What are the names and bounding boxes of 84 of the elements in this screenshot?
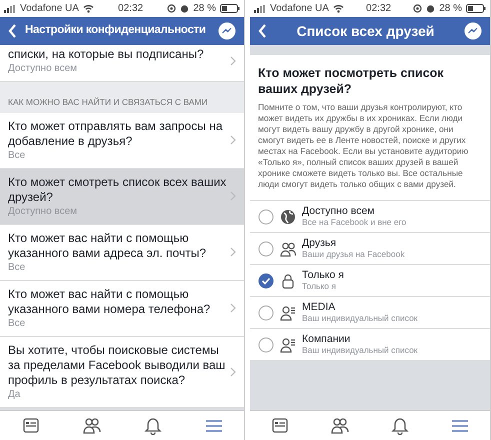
person-list-icon bbox=[280, 336, 296, 352]
battery-percent: 28 % bbox=[439, 2, 462, 16]
settings-row[interactable]: Кто может смотреть список всех ваших друзей? Доступно всем bbox=[0, 168, 244, 225]
option-subtitle: Все на Facebook и вне его bbox=[302, 217, 406, 228]
signal-icon bbox=[254, 4, 266, 12]
radio-button[interactable] bbox=[258, 336, 274, 352]
option-title: Только я bbox=[302, 269, 344, 281]
audience-option[interactable]: Доступно всем Все на Facebook и вне его bbox=[250, 201, 490, 233]
alarm-clock-icon bbox=[426, 4, 436, 13]
option-subtitle: Только я bbox=[302, 281, 337, 292]
carrier-name: Vodafone UA bbox=[20, 2, 79, 16]
chevron-icon bbox=[230, 135, 236, 146]
setting-value: Все bbox=[8, 316, 26, 330]
battery-icon bbox=[220, 4, 240, 13]
back-icon bbox=[258, 24, 267, 38]
globe-icon bbox=[280, 208, 296, 224]
section-header: КАК МОЖНО ВАС НАЙТИ И СВЯЗАТЬСЯ С ВАМИ bbox=[0, 82, 244, 113]
option-subtitle: Ваши друзья на Facebook bbox=[302, 249, 405, 260]
lock-icon bbox=[280, 272, 296, 288]
alarm-clock-icon bbox=[180, 4, 190, 13]
wifi-icon bbox=[332, 4, 344, 13]
status-time: 02:32 bbox=[366, 2, 392, 16]
audience-option[interactable]: MEDIA Ваш индивидуальный список bbox=[250, 297, 490, 329]
chevron-icon bbox=[230, 303, 236, 314]
back-icon bbox=[8, 24, 17, 38]
radio-button[interactable] bbox=[258, 304, 274, 320]
audience-option[interactable]: Компании Ваш индивидуальный список bbox=[250, 329, 490, 361]
status-time: 02:32 bbox=[118, 2, 144, 16]
setting-value: Да bbox=[8, 388, 22, 401]
option-subtitle: Ваш индивидуальный список bbox=[302, 345, 418, 356]
option-title: Друзья bbox=[302, 237, 338, 249]
setting-title: Кто может смотреть список всех ваших друзей? bbox=[8, 174, 228, 205]
question-description: Помните о том, что ваши друзья контролируют, кто может видеть их дружбы в их хрониках. Если люди могут видеть вашу дружбу в другой хронике, они смогут видеть ее в Ленте новостей, поиске и других местах на Facebook. Если вы установите аудиторию «Только я», полный список ваших друзей в вашей хронике сможете видеть только вы. Все остальные люди смогут видеть только общих с вами друзей. bbox=[258, 102, 470, 190]
radio-button[interactable] bbox=[258, 240, 274, 256]
setting-value: Доступно всем bbox=[8, 62, 78, 75]
option-title: Доступно всем bbox=[302, 205, 376, 217]
back-button[interactable] bbox=[256, 22, 269, 40]
friends-icon bbox=[280, 240, 296, 256]
messenger-icon bbox=[464, 22, 482, 40]
setting-title: списки, на которые вы подписаны? bbox=[8, 47, 205, 62]
setting-title: Кто может отправлять вам запросы на добавление в друзья? bbox=[8, 118, 224, 149]
radio-button[interactable] bbox=[258, 208, 274, 224]
chevron-icon bbox=[230, 56, 236, 66]
setting-title: Вы хотите, чтобы поисковые системы за пределами Facebook выводили ваш профиль в результатах поиска? bbox=[8, 342, 226, 388]
battery-percent: 28 % bbox=[193, 2, 216, 16]
wifi-icon bbox=[82, 4, 94, 13]
person-list-icon bbox=[280, 304, 296, 320]
chevron-icon bbox=[230, 191, 236, 202]
settings-row[interactable]: Вы хотите, чтобы поисковые системы за пределами Facebook выводили ваш профиль в результатах поиска? Да bbox=[0, 336, 244, 408]
header-title: Настройки конфиденциальности bbox=[25, 23, 207, 38]
friends-icon bbox=[331, 416, 349, 434]
setting-value: Все bbox=[8, 260, 26, 274]
settings-row[interactable]: Кто может вас найти с помощью указанного вами номера телефона? Все bbox=[0, 280, 244, 337]
carrier-name: Vodafone UA bbox=[270, 2, 329, 16]
news-feed-icon bbox=[22, 416, 40, 434]
audience-option[interactable]: Друзья Ваши друзья на Facebook bbox=[250, 233, 490, 265]
bell-icon bbox=[391, 416, 409, 434]
location-icon bbox=[413, 4, 422, 13]
audience-option[interactable]: Только я Только я bbox=[250, 265, 490, 297]
setting-title: Кто может вас найти с помощью указанного вами адреса эл. почты? bbox=[8, 230, 207, 261]
friends-icon bbox=[82, 416, 100, 434]
setting-value: Доступно всем bbox=[8, 204, 78, 218]
battery-icon bbox=[466, 4, 486, 13]
back-button[interactable] bbox=[6, 22, 19, 40]
header-title: Список всех друзей bbox=[296, 22, 436, 41]
question-title: Кто может посмотреть список ваших друзей? bbox=[258, 65, 445, 97]
settings-row[interactable]: Кто может отправлять вам запросы на добавление в друзья? Все bbox=[0, 112, 244, 169]
messenger-button[interactable] bbox=[216, 20, 238, 42]
setting-value: Все bbox=[8, 148, 26, 162]
option-title: MEDIA bbox=[302, 301, 336, 313]
settings-row[interactable]: списки, на которые вы подписаны? Доступно всем bbox=[0, 45, 244, 82]
option-subtitle: Ваш индивидуальный список bbox=[302, 313, 418, 324]
messenger-button[interactable] bbox=[462, 20, 484, 42]
chevron-icon bbox=[230, 247, 236, 258]
messenger-icon bbox=[218, 22, 236, 40]
option-title: Компании bbox=[302, 333, 352, 345]
location-icon bbox=[167, 4, 176, 13]
chevron-icon bbox=[230, 366, 236, 377]
bell-icon bbox=[144, 416, 162, 434]
signal-icon bbox=[4, 4, 16, 12]
radio-button[interactable] bbox=[258, 272, 274, 288]
news-feed-icon bbox=[271, 416, 289, 434]
settings-row[interactable]: Кто может вас найти с помощью указанного вами адреса эл. почты? Все bbox=[0, 224, 244, 281]
setting-title: Кто может вас найти с помощью указанного вами номера телефона? bbox=[8, 286, 212, 317]
